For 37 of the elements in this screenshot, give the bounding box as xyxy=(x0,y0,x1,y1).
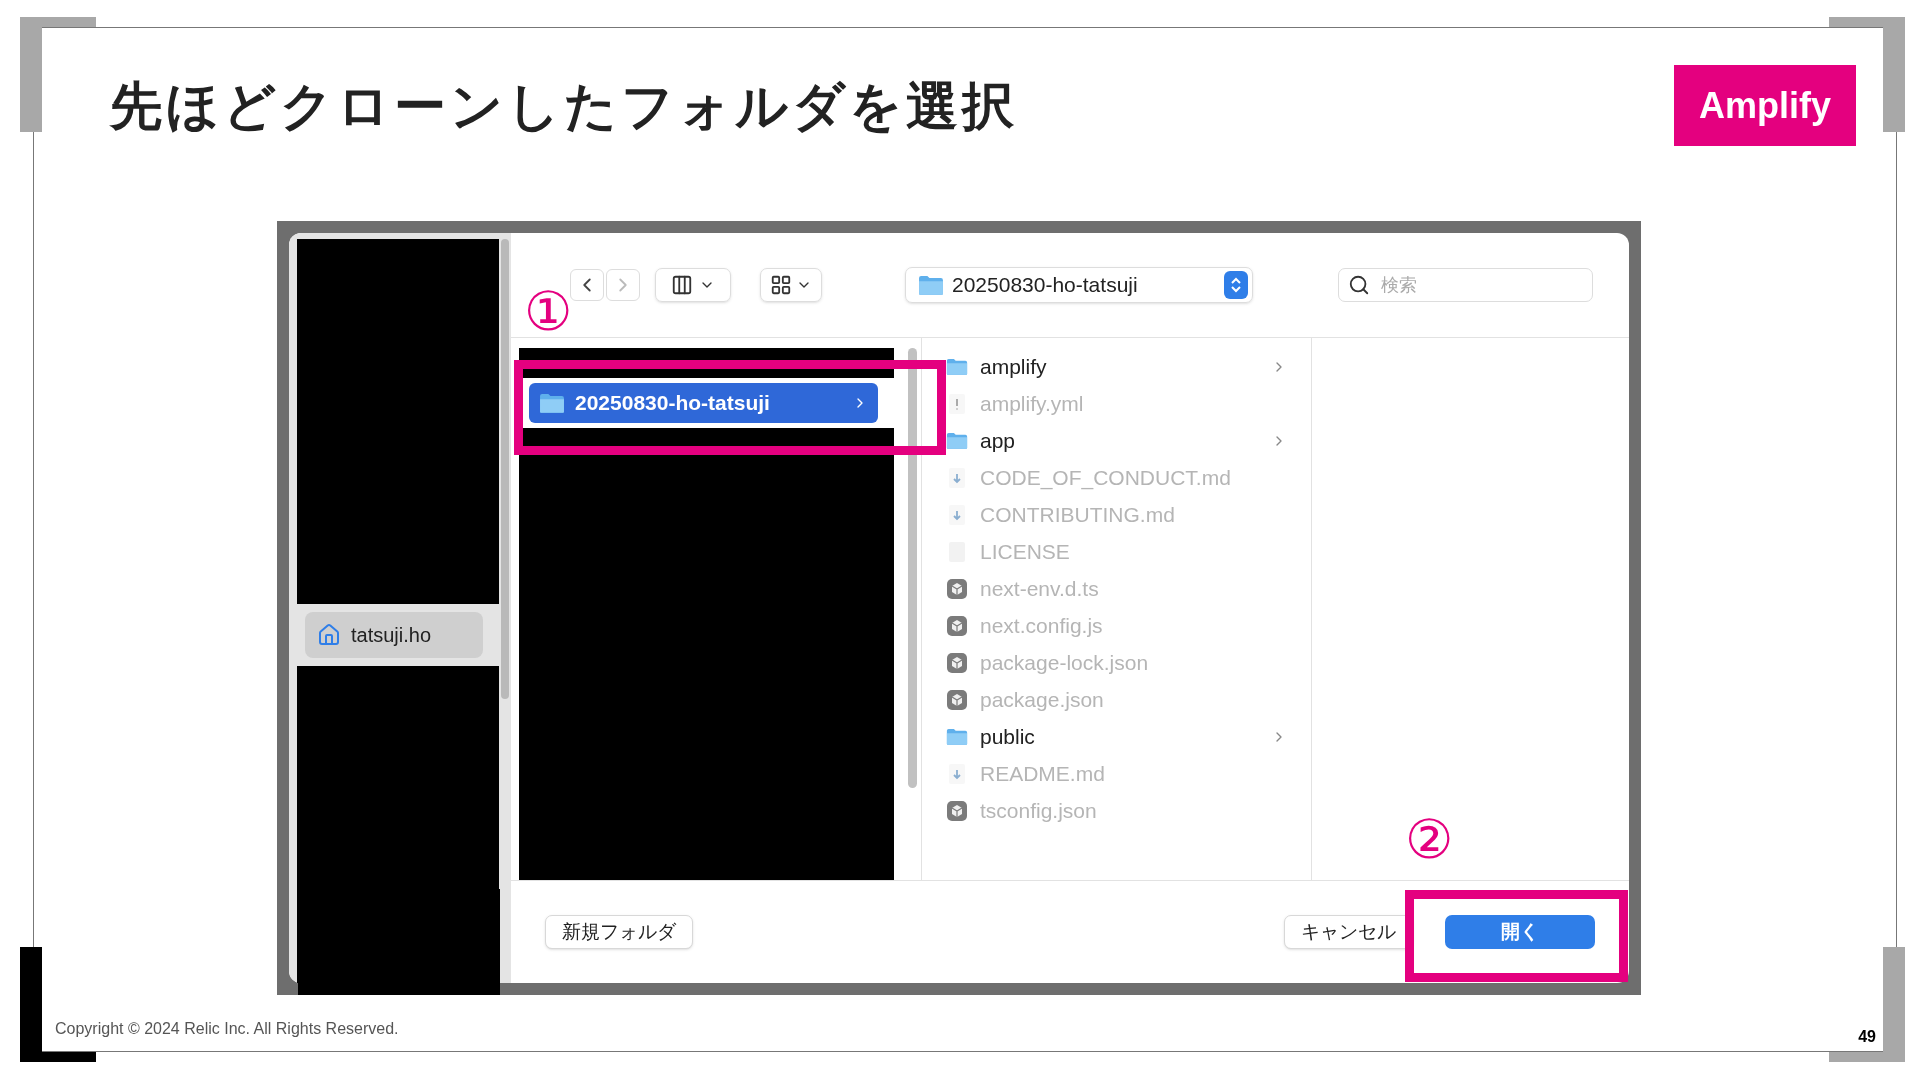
file-row[interactable]: public xyxy=(944,718,1287,755)
stepper-icon xyxy=(1224,271,1248,299)
amplify-badge: Amplify xyxy=(1674,65,1856,146)
columns-icon xyxy=(671,274,693,296)
file-row[interactable]: amplify xyxy=(944,348,1287,385)
folder-icon xyxy=(918,274,944,296)
page-number: 49 xyxy=(1858,1027,1876,1047)
cube-file-icon xyxy=(946,577,968,600)
folder-icon xyxy=(539,392,565,414)
cube-file-icon xyxy=(946,799,968,822)
home-icon xyxy=(317,623,341,648)
search-icon xyxy=(1348,274,1370,296)
sidebar-item[interactable]: tatsuji.ho xyxy=(305,612,483,658)
cube-file-icon xyxy=(946,651,968,674)
cube-file-icon xyxy=(946,614,968,637)
file-row[interactable]: app xyxy=(944,422,1287,459)
download-file-icon xyxy=(947,762,967,785)
step-number: ① xyxy=(524,284,572,338)
step-number: ② xyxy=(1405,812,1453,866)
cube-file-icon xyxy=(946,688,968,711)
column-view-button[interactable] xyxy=(655,268,731,302)
grid-icon xyxy=(770,274,792,296)
back-button[interactable] xyxy=(570,269,604,301)
download-file-icon xyxy=(947,466,967,489)
path-dropdown[interactable]: 20250830-ho-tatsuji xyxy=(905,267,1253,303)
folder-icon xyxy=(946,727,968,746)
open-button[interactable]: 開く xyxy=(1445,915,1595,949)
folder-icon xyxy=(946,431,968,450)
exclamation-file-icon xyxy=(947,392,967,415)
new-folder-button[interactable]: 新規フォルダ xyxy=(545,915,693,949)
folder-row[interactable]: 20250830-ho-tatsuji xyxy=(529,383,878,423)
search-field[interactable]: 検索 xyxy=(1338,268,1593,302)
folder-icon xyxy=(946,357,968,376)
slide-title: 先ほどクローンしたフォルダを選択 xyxy=(110,79,1018,132)
download-file-icon xyxy=(947,503,967,526)
grid-view-button[interactable] xyxy=(760,268,822,302)
copyright-text: Copyright © 2024 Relic Inc. All Rights Reserved. xyxy=(55,1019,399,1039)
